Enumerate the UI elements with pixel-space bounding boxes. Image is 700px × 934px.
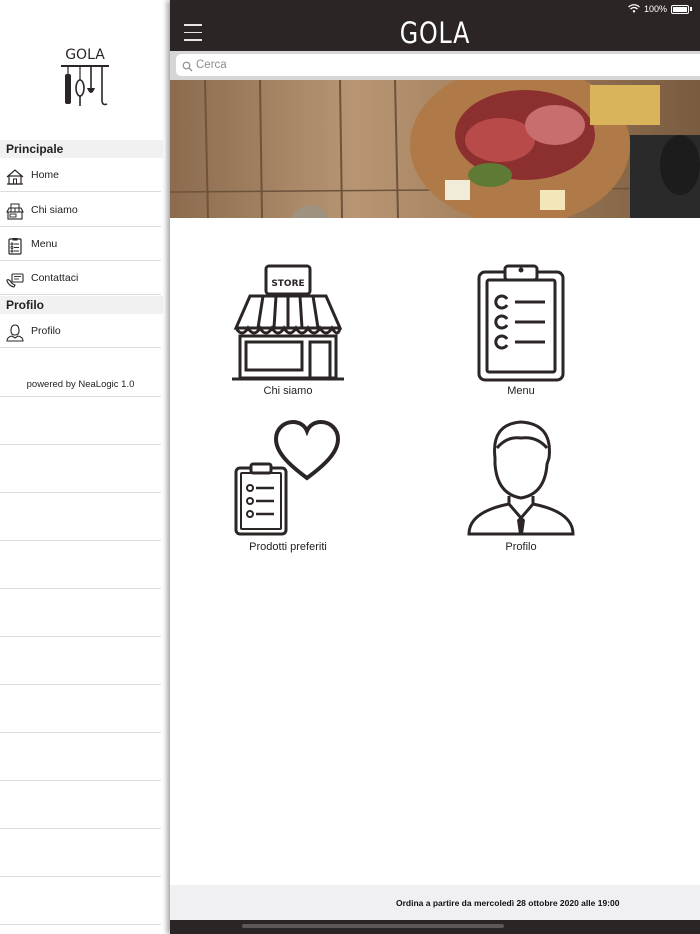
sidebar-item-label: Home xyxy=(31,169,60,181)
search-icon xyxy=(182,59,193,72)
empty-list-row xyxy=(0,685,161,733)
user-icon xyxy=(6,322,24,342)
empty-list-row xyxy=(0,877,161,925)
sidebar-item-label: Profilo xyxy=(31,325,61,337)
user-icon xyxy=(461,418,581,538)
status-bar: 100% xyxy=(628,3,692,15)
sidebar-item-menu[interactable]: Menu xyxy=(0,227,161,261)
order-availability-text: Ordina a partire da mercoledì 28 ottobre… xyxy=(396,898,620,908)
tile-menu[interactable]: Menu xyxy=(441,262,601,412)
empty-list-row xyxy=(0,733,161,781)
powered-by-text: powered by NeaLogic 1.0 xyxy=(0,372,161,397)
tile-label: Menu xyxy=(507,385,535,397)
sidebar-item-contattaci[interactable]: Contattaci xyxy=(0,261,161,295)
logo-text: GOLA xyxy=(65,47,105,63)
sidebar-item-chi-siamo[interactable]: Chi siamo xyxy=(0,193,161,227)
bottom-bar xyxy=(170,920,700,934)
empty-list-row xyxy=(0,589,161,637)
favorite-clipboard-icon xyxy=(228,418,348,538)
empty-list-row xyxy=(0,541,161,589)
search-input[interactable] xyxy=(196,56,496,74)
clipboard-icon xyxy=(461,262,581,382)
battery-tip xyxy=(690,7,692,11)
empty-list-row xyxy=(0,397,161,445)
gola-logo: GOLA xyxy=(58,44,112,110)
battery-percentage: 100% xyxy=(643,4,667,14)
clipboard-icon xyxy=(6,235,24,255)
sidebar-item-label: Contattaci xyxy=(31,272,79,284)
store-icon: STORE xyxy=(228,262,348,382)
empty-list-row xyxy=(0,829,161,877)
sidebar-item-label: Menu xyxy=(31,238,58,250)
footer-banner: Ordina a partire da mercoledì 28 ottobre… xyxy=(170,885,700,920)
store-sign-text: STORE xyxy=(271,279,304,289)
tile-label: Prodotti preferiti xyxy=(249,541,327,553)
sidebar-item-profilo[interactable]: Profilo xyxy=(0,314,161,348)
section-header-profilo: Profilo xyxy=(0,296,163,314)
tile-prodotti-preferiti[interactable]: Prodotti preferiti xyxy=(208,418,368,568)
tile-label: Chi siamo xyxy=(263,385,313,397)
wifi-icon xyxy=(628,3,640,15)
empty-list-row xyxy=(0,493,161,541)
hamburger-icon[interactable] xyxy=(184,24,202,42)
empty-list-row xyxy=(0,781,161,829)
empty-list-row xyxy=(0,445,161,493)
hero-banner-image xyxy=(170,80,700,218)
battery-icon xyxy=(671,4,689,14)
tile-chi-siamo[interactable]: STORE Chi siamo xyxy=(208,262,368,412)
contact-icon xyxy=(6,269,24,288)
search-bar xyxy=(170,51,700,80)
home-indicator[interactable] xyxy=(242,924,504,928)
empty-list-row xyxy=(0,637,161,685)
top-navigation-bar: 100% GOLA xyxy=(170,0,700,51)
tile-profilo[interactable]: Profilo xyxy=(441,418,601,568)
store-icon xyxy=(6,201,24,220)
search-field[interactable] xyxy=(176,54,700,76)
house-icon xyxy=(6,166,24,185)
section-header-principale: Principale xyxy=(0,140,163,158)
sidebar-item-label: Chi siamo xyxy=(31,204,78,216)
tile-label: Profilo xyxy=(505,541,537,553)
sidebar-item-home[interactable]: Home xyxy=(0,158,161,192)
app-title: GOLA xyxy=(399,16,471,50)
sidebar: GOLA Principale Home Chi siamo Menu Cont… xyxy=(0,0,163,934)
main-panel: 100% GOLA Cerca STORE Chi siamo Menu Pro… xyxy=(170,0,700,934)
